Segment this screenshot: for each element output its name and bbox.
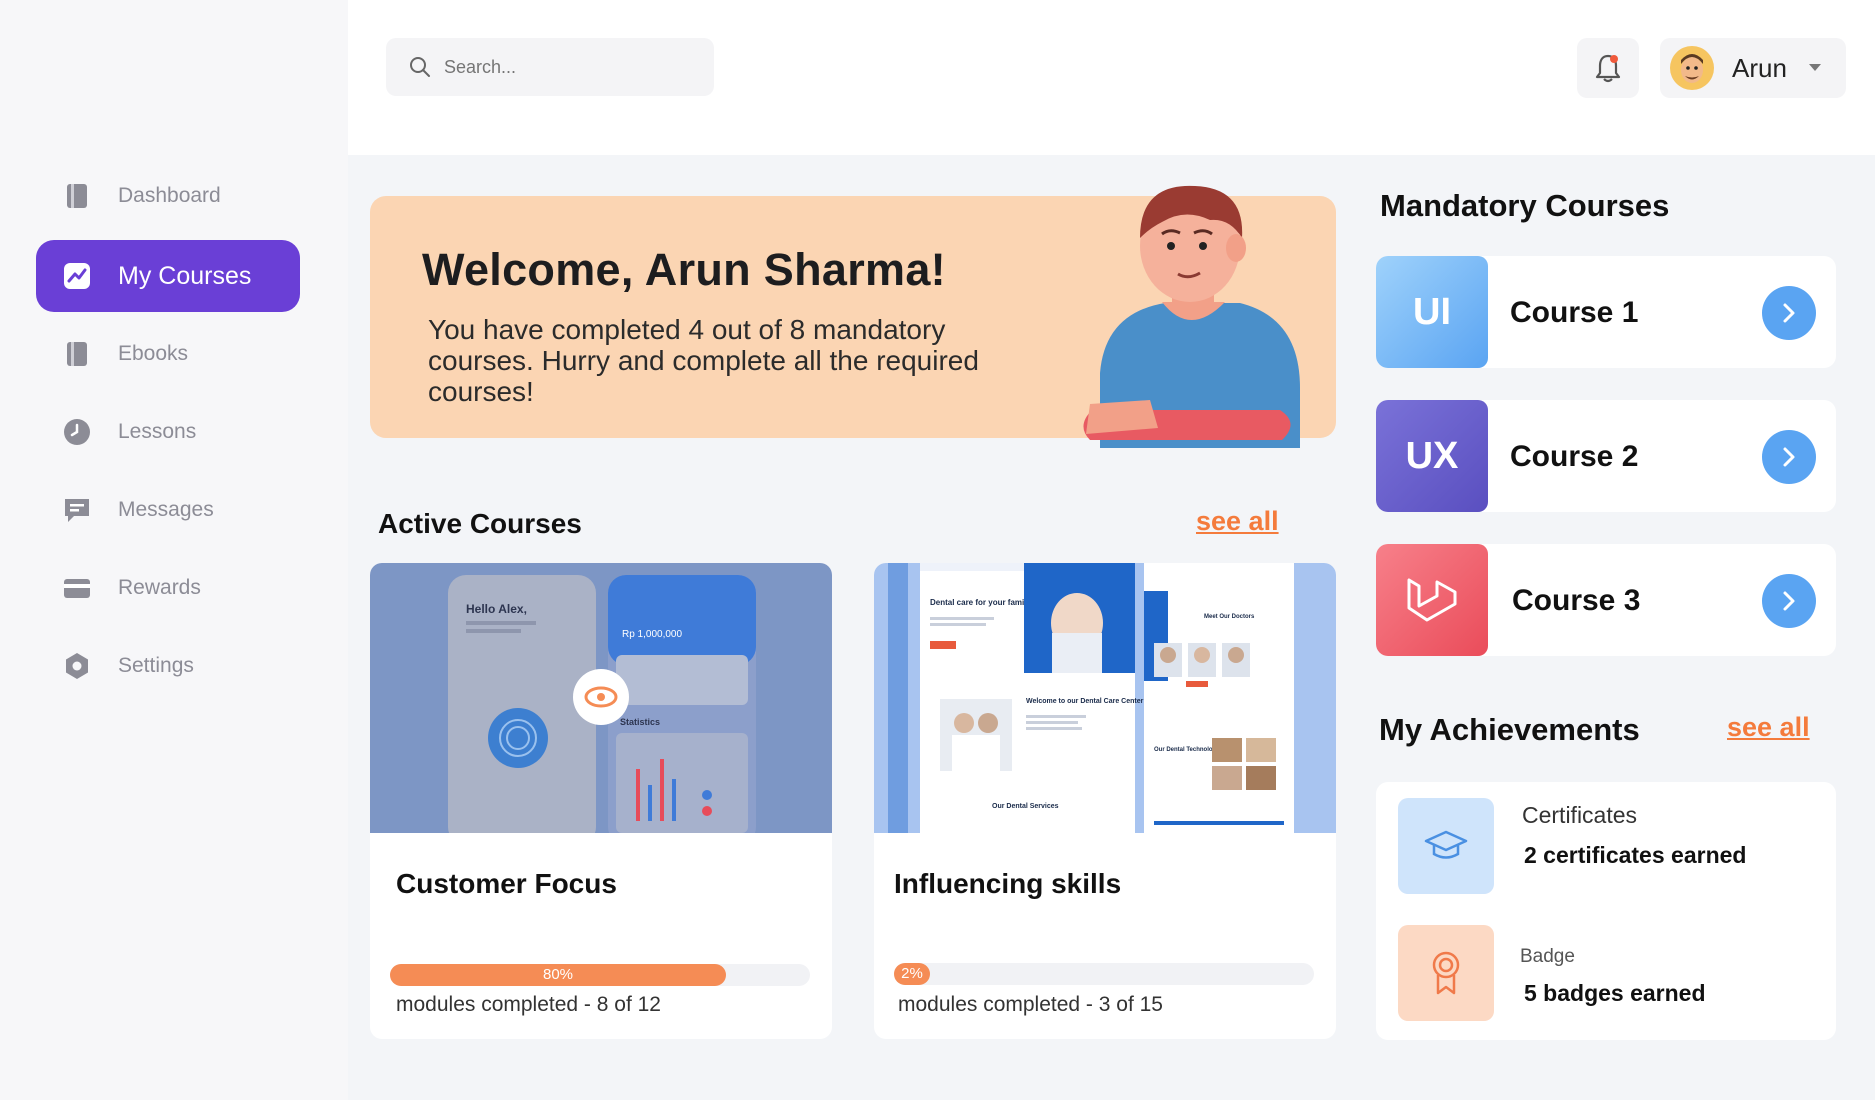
course-label: Course 2 [1510, 440, 1639, 473]
graduation-cap-icon [1424, 830, 1468, 859]
course-modules-text: modules completed - 3 of 15 [898, 993, 1163, 1016]
site-doctors: Meet Our Doctors [1204, 614, 1255, 620]
course-tile-ui: UI [1376, 256, 1488, 368]
course-progress-bar: 2% [894, 963, 1314, 985]
chevron-right-icon [1783, 303, 1795, 323]
sidebar-item-dashboard[interactable]: Dashboard [36, 160, 300, 232]
certificates-label: Certificates [1522, 802, 1638, 828]
phone-stats: Statistics [620, 717, 660, 727]
gear-icon [66, 653, 88, 679]
achievements-title: My Achievements [1379, 712, 1640, 747]
site-heading: Dental care for your family [930, 598, 1031, 607]
certificate-icon-tile [1398, 798, 1494, 894]
sidebar: Dashboard My Courses Ebooks Lessons Mess… [0, 0, 349, 1100]
site-tech: Our Dental Technology [1154, 747, 1220, 753]
message-icon [65, 499, 89, 522]
sidebar-item-label: Settings [118, 654, 194, 677]
clock-icon [64, 419, 90, 445]
course-modules-text: modules completed - 8 of 12 [396, 993, 661, 1016]
sidebar-item-label: My Courses [118, 261, 252, 290]
open-course-button[interactable] [1762, 430, 1816, 484]
sidebar-item-label: Ebooks [118, 342, 189, 365]
mandatory-courses-title: Mandatory Courses [1380, 188, 1670, 223]
course-progress-bar: 80% [390, 964, 810, 986]
book-icon [67, 342, 87, 366]
sidebar-item-my-courses[interactable]: My Courses [36, 240, 300, 312]
badge-value: 5 badges earned [1524, 980, 1706, 1006]
course-title: Customer Focus [396, 868, 617, 899]
sidebar-item-ebooks[interactable]: Ebooks [36, 318, 300, 390]
sidebar-item-lessons[interactable]: Lessons [36, 396, 300, 468]
course-progress-fill: 80% [390, 964, 726, 986]
course-tile-laravel [1376, 544, 1488, 656]
sidebar-item-label: Rewards [118, 576, 201, 599]
site-welcome: Welcome to our Dental Care Center [1026, 698, 1144, 705]
sidebar-item-label: Messages [118, 498, 214, 521]
course-thumbnail: Dental care for your family Welcome to o… [874, 563, 1336, 833]
sidebar-item-label: Lessons [118, 420, 197, 443]
active-courses-see-all-link[interactable]: see all [1196, 506, 1279, 537]
sidebar-item-settings[interactable]: Settings [36, 630, 300, 702]
sidebar-item-messages[interactable]: Messages [36, 474, 300, 546]
achievements-card: Certificates 2 certificates earned Badge… [1376, 782, 1836, 1040]
welcome-illustration [1083, 185, 1300, 448]
mandatory-course-3[interactable]: Course 3 [1376, 544, 1836, 656]
course-label: Course 1 [1510, 296, 1639, 329]
site-services: Our Dental Services [992, 803, 1059, 810]
course-title: Influencing skills [894, 868, 1122, 899]
course-card-customer-focus[interactable]: Hello Alex, Rp 1,000,000 Statistics Cust… [370, 563, 832, 1039]
search-box[interactable] [386, 38, 714, 96]
chevron-down-icon [1808, 64, 1821, 71]
chevron-right-icon [1783, 591, 1795, 611]
course-tile-ux: UX [1376, 400, 1488, 512]
open-course-button[interactable] [1762, 574, 1816, 628]
sidebar-nav: Dashboard My Courses Ebooks Lessons Mess… [36, 160, 300, 708]
course-progress-fill: 2% [894, 963, 930, 985]
chevron-right-icon [1783, 447, 1795, 467]
welcome-title: Welcome, Arun Sharma! [422, 244, 946, 295]
user-name: Arun [1732, 52, 1787, 83]
card-icon [64, 579, 90, 598]
award-icon [1432, 951, 1460, 995]
badge-icon-tile [1398, 925, 1494, 1021]
open-course-button[interactable] [1762, 286, 1816, 340]
course-label: Course 3 [1512, 584, 1641, 617]
welcome-message: You have completed 4 out of 8 mandatory … [428, 314, 979, 407]
sidebar-item-rewards[interactable]: Rewards [36, 552, 300, 624]
mandatory-course-2[interactable]: UX Course 2 [1376, 400, 1836, 512]
trend-chart-icon [64, 263, 90, 289]
certificates-value: 2 certificates earned [1524, 842, 1747, 868]
achievements-see-all-link[interactable]: see all [1727, 712, 1810, 743]
book-icon [67, 184, 87, 208]
bell-icon [1595, 54, 1621, 83]
notifications-button[interactable] [1577, 38, 1639, 98]
course-thumbnail: Hello Alex, Rp 1,000,000 Statistics [370, 563, 832, 833]
user-menu[interactable]: Arun [1660, 38, 1846, 98]
badge-label: Badge [1520, 946, 1575, 967]
phone-greeting: Hello Alex, [466, 602, 527, 616]
laravel-logo-icon [1407, 578, 1457, 622]
search-input[interactable] [442, 55, 686, 79]
active-courses-title: Active Courses [378, 508, 582, 539]
mandatory-course-1[interactable]: UI Course 1 [1376, 256, 1836, 368]
search-icon [410, 57, 430, 77]
avatar [1670, 46, 1714, 90]
phone-balance: Rp 1,000,000 [622, 629, 682, 640]
sidebar-item-label: Dashboard [118, 184, 221, 207]
course-card-influencing-skills[interactable]: Dental care for your family Welcome to o… [874, 563, 1336, 1039]
